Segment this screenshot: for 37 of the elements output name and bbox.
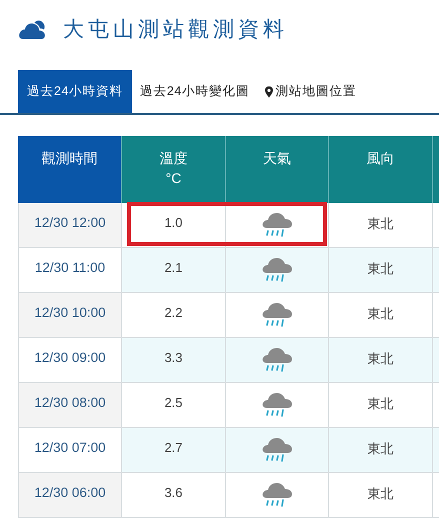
temperature-cell: 2.1 [121,248,225,293]
tab[interactable]: 過去24小時資料 [18,70,132,113]
tab[interactable]: 測站地圖位置 [257,70,364,113]
time-cell: 12/30 07:00 [18,428,121,473]
time-cell: 12/30 11:00 [18,248,121,293]
column-header: 天氣 [225,136,328,203]
temperature-cell: 3.3 [121,338,225,383]
page-title: 大屯山測站觀測資料 [63,17,288,43]
wind-direction-cell: 東北 [328,293,432,338]
temperature-cell: 2.2 [121,293,225,338]
time-cell: 12/30 10:00 [18,293,121,338]
column-header: 風向 [328,136,432,203]
rain-cloud-icon [262,436,292,463]
cloud-icon [18,18,47,40]
wind-direction-cell: 東北 [328,338,432,383]
temperature-cell: 2.5 [121,383,225,428]
time-cell: 12/30 12:00 [18,203,121,248]
column-header: 觀測時間 [18,136,121,203]
temperature-cell: 3.6 [121,473,225,518]
tab[interactable]: 過去24小時變化圖 [132,70,258,113]
rain-cloud-icon [262,346,292,373]
wind-direction-cell: 東北 [328,383,432,428]
wind-direction-cell: 東北 [328,248,432,293]
temperature-cell: 2.7 [121,428,225,473]
rain-cloud-icon [262,256,292,283]
rain-cloud-icon [262,391,292,418]
wind-direction-cell: 東北 [328,428,432,473]
column-header: 溫度 °C [121,136,225,203]
rain-cloud-icon [262,211,292,238]
rain-cloud-icon [262,301,292,328]
time-cell: 12/30 09:00 [18,338,121,383]
time-cell: 12/30 08:00 [18,383,121,428]
wind-direction-cell: 東北 [328,473,432,518]
map-pin-icon [265,86,274,98]
wind-direction-cell: 東北 [328,203,432,248]
rain-cloud-icon [262,481,292,508]
time-cell: 12/30 06:00 [18,473,121,518]
